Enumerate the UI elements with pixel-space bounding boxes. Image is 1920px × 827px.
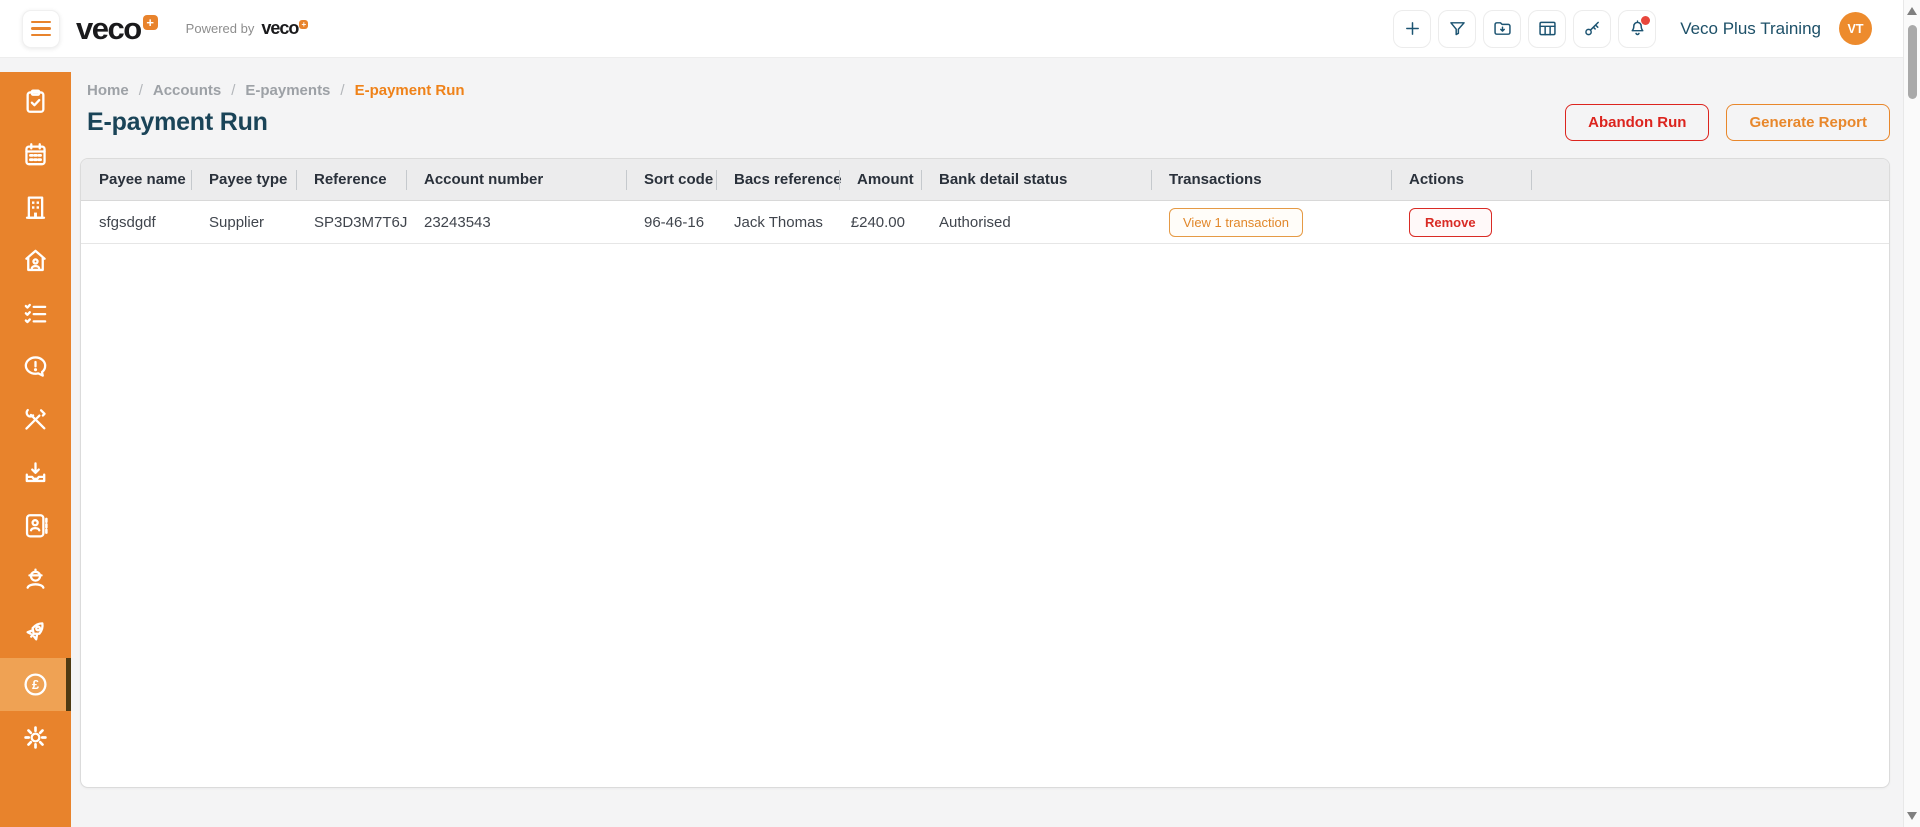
add-icon bbox=[1402, 18, 1423, 39]
sidebar-item-building[interactable] bbox=[0, 181, 71, 234]
sidebar-item-checklist[interactable] bbox=[0, 287, 71, 340]
sidebar-nav: £ bbox=[0, 72, 71, 827]
table-header-row: Payee name Payee type Reference Account … bbox=[81, 159, 1889, 201]
veco-logo-text: veco bbox=[76, 14, 141, 44]
home-user-icon bbox=[21, 246, 50, 275]
cell-amount: £240.00 bbox=[839, 214, 921, 231]
rocket-icon bbox=[21, 617, 50, 646]
powered-by-logo: veco + bbox=[261, 20, 308, 37]
breadcrumb-separator: / bbox=[231, 82, 235, 99]
filter-button[interactable] bbox=[1438, 10, 1476, 48]
column-header-payee-type: Payee type bbox=[191, 159, 296, 200]
cell-reference: SP3D3M7T6J bbox=[296, 214, 406, 231]
download-tray-icon bbox=[21, 458, 50, 487]
table-row: sfgsdgdf Supplier SP3D3M7T6J 23243543 96… bbox=[81, 201, 1889, 244]
cell-payee-type: Supplier bbox=[191, 214, 296, 231]
cell-bacs-reference: Jack Thomas bbox=[716, 214, 839, 231]
sidebar-item-clipboard[interactable] bbox=[0, 75, 71, 128]
pound-circle-icon: £ bbox=[21, 670, 50, 699]
column-header-bacs-reference: Bacs reference bbox=[716, 159, 839, 200]
column-header-sort-code: Sort code bbox=[626, 159, 716, 200]
folder-download-icon bbox=[1492, 18, 1513, 39]
folder-download-button[interactable] bbox=[1483, 10, 1521, 48]
add-button[interactable] bbox=[1393, 10, 1431, 48]
column-header-bank-detail-status: Bank detail status bbox=[921, 159, 1151, 200]
filter-icon bbox=[1447, 18, 1468, 39]
clipboard-check-icon bbox=[21, 87, 50, 116]
account-menu: Veco Plus Training VT bbox=[1680, 12, 1872, 45]
column-header-reference: Reference bbox=[296, 159, 406, 200]
gear-icon bbox=[21, 723, 50, 752]
notifications-button[interactable] bbox=[1618, 10, 1656, 48]
contact-card-icon bbox=[21, 511, 50, 540]
sidebar-item-calendar[interactable] bbox=[0, 128, 71, 181]
sidebar-item-contractors[interactable] bbox=[0, 552, 71, 605]
scroll-up-arrow[interactable] bbox=[1907, 7, 1917, 15]
tools-icon bbox=[21, 405, 50, 434]
sidebar-item-launch[interactable] bbox=[0, 605, 71, 658]
page-actions: Abandon Run Generate Report bbox=[1565, 104, 1890, 141]
cell-sort-code: 96-46-16 bbox=[626, 214, 716, 231]
topbar-icon-buttons bbox=[1393, 10, 1656, 48]
breadcrumb-home[interactable]: Home bbox=[87, 82, 129, 99]
sidebar-item-contacts[interactable] bbox=[0, 499, 71, 552]
scroll-thumb[interactable] bbox=[1908, 25, 1917, 99]
cell-account-number: 23243543 bbox=[406, 214, 626, 231]
abandon-run-button[interactable]: Abandon Run bbox=[1565, 104, 1709, 141]
veco-plus-badge: + bbox=[143, 15, 158, 30]
view-transactions-button[interactable]: View 1 transaction bbox=[1169, 208, 1303, 237]
table-icon bbox=[1537, 18, 1558, 39]
cell-actions: Remove bbox=[1391, 208, 1531, 237]
column-header-payee-name: Payee name bbox=[81, 159, 191, 200]
sidebar-item-home-user[interactable] bbox=[0, 234, 71, 287]
breadcrumb-accounts[interactable]: Accounts bbox=[153, 82, 221, 99]
column-header-actions: Actions bbox=[1391, 159, 1531, 200]
sidebar-item-settings[interactable] bbox=[0, 711, 71, 764]
key-button[interactable] bbox=[1573, 10, 1611, 48]
key-icon bbox=[1582, 18, 1603, 39]
hamburger-icon bbox=[31, 21, 51, 24]
hamburger-menu-button[interactable] bbox=[22, 10, 60, 48]
breadcrumb-current: E-payment Run bbox=[355, 82, 465, 99]
cell-bank-detail-status: Authorised bbox=[921, 214, 1151, 231]
comment-alert-icon bbox=[21, 352, 50, 381]
worker-icon bbox=[21, 564, 50, 593]
cell-payee-name: sfgsdgdf bbox=[81, 214, 191, 231]
breadcrumb-separator: / bbox=[340, 82, 344, 99]
building-icon bbox=[21, 193, 50, 222]
powered-by: Powered by veco + bbox=[186, 20, 309, 37]
checklist-icon bbox=[21, 299, 50, 328]
epayment-table-card: Payee name Payee type Reference Account … bbox=[80, 158, 1890, 788]
account-name[interactable]: Veco Plus Training bbox=[1680, 19, 1821, 39]
svg-text:£: £ bbox=[32, 678, 39, 692]
page-title: E-payment Run bbox=[87, 108, 268, 137]
column-header-account-number: Account number bbox=[406, 159, 626, 200]
sidebar-item-feedback[interactable] bbox=[0, 340, 71, 393]
calendar-icon bbox=[21, 140, 50, 169]
sidebar-item-downloads[interactable] bbox=[0, 446, 71, 499]
top-bar: veco + Powered by veco + bbox=[0, 0, 1920, 58]
scroll-down-arrow[interactable] bbox=[1907, 812, 1917, 820]
generate-report-button[interactable]: Generate Report bbox=[1726, 104, 1890, 141]
main-content: Home / Accounts / E-payments / E-payment… bbox=[71, 58, 1920, 827]
powered-by-label: Powered by bbox=[186, 21, 255, 36]
breadcrumb-epayments[interactable]: E-payments bbox=[245, 82, 330, 99]
breadcrumb: Home / Accounts / E-payments / E-payment… bbox=[80, 82, 1890, 99]
table-view-button[interactable] bbox=[1528, 10, 1566, 48]
column-header-transactions: Transactions bbox=[1151, 159, 1391, 200]
breadcrumb-separator: / bbox=[139, 82, 143, 99]
cell-transactions: View 1 transaction bbox=[1151, 208, 1391, 237]
notification-dot bbox=[1641, 16, 1650, 25]
veco-logo: veco + bbox=[76, 14, 158, 44]
avatar[interactable]: VT bbox=[1839, 12, 1872, 45]
page-scrollbar[interactable] bbox=[1903, 0, 1920, 827]
sidebar-item-tools[interactable] bbox=[0, 393, 71, 446]
column-header-amount: Amount bbox=[839, 159, 921, 200]
powered-by-plus-badge: + bbox=[299, 20, 308, 29]
remove-button[interactable]: Remove bbox=[1409, 208, 1492, 237]
sidebar-item-epayments[interactable]: £ bbox=[0, 658, 71, 711]
column-header-filler bbox=[1531, 159, 1889, 200]
